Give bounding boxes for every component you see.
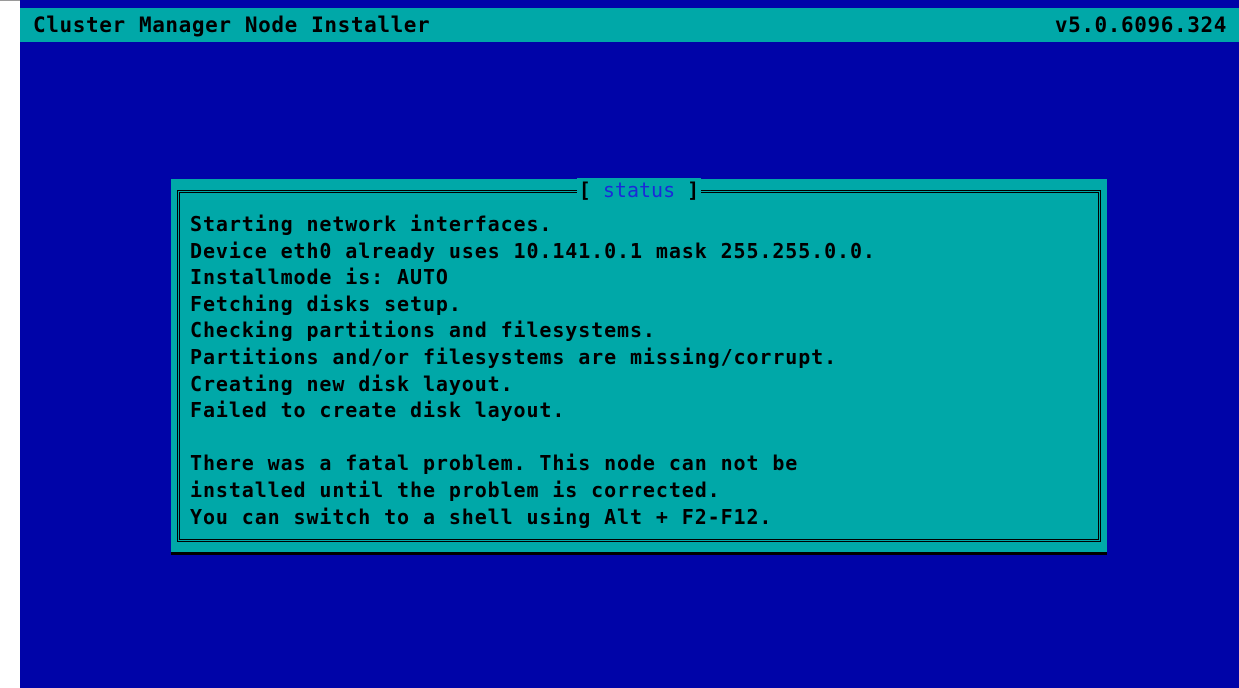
title-bar: Cluster Manager Node Installer v5.0.6096… <box>20 8 1239 42</box>
log-line: Failed to create disk layout. <box>190 398 566 423</box>
status-log: Starting network interfaces. Device eth0… <box>190 211 1090 530</box>
status-dialog: [ status ] Starting network interfaces. … <box>171 178 1107 552</box>
log-line: Starting network interfaces. <box>190 212 553 236</box>
version-label: v5.0.6096.324 <box>1054 13 1227 37</box>
log-line: Checking partitions and filesystems. <box>190 318 656 343</box>
log-line-blank <box>190 424 1090 451</box>
log-line: Fetching disks setup. <box>190 291 462 316</box>
shell-hint-line: You can switch to a shell using Alt + F2… <box>190 504 773 529</box>
error-message-line: installed until the problem is corrected… <box>190 477 721 502</box>
installer-screen: Cluster Manager Node Installer v5.0.6096… <box>20 0 1239 688</box>
log-line: Device eth0 already uses 10.141.0.1 mask… <box>190 238 876 263</box>
dialog-frame: [ status ] Starting network interfaces. … <box>177 178 1101 542</box>
log-line: Partitions and/or filesystems are missin… <box>190 344 838 369</box>
log-line: Installmode is: AUTO <box>190 265 449 290</box>
error-message-line: There was a fatal problem. This node can… <box>190 451 799 476</box>
app-title: Cluster Manager Node Installer <box>33 13 431 37</box>
dialog-title-bar: [ status ] <box>576 178 702 202</box>
log-line: Creating new disk layout. <box>190 371 514 396</box>
dialog-title: status <box>602 178 676 202</box>
